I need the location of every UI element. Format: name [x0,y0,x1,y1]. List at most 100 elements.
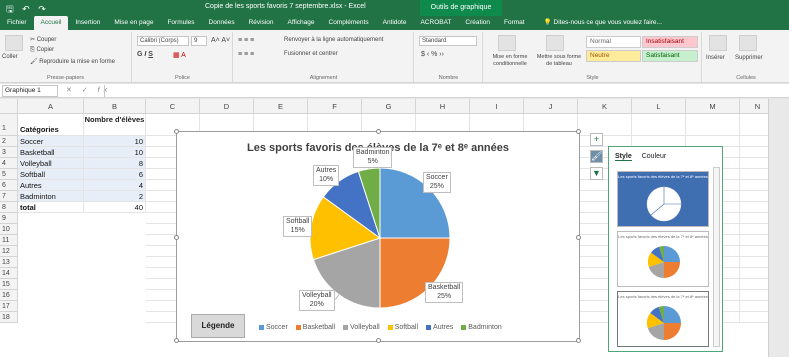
legend-entry-softball[interactable]: Softball [387,324,418,331]
column-header-b[interactable]: B [84,99,146,114]
tab-10[interactable]: Antidote [376,16,414,30]
empty-cell[interactable] [686,114,740,136]
tab-8[interactable]: Affichage [281,16,322,30]
delete-cells-icon[interactable] [739,35,757,51]
resize-handle-mr[interactable] [576,235,581,240]
resize-handle-bm[interactable] [376,338,381,343]
font-grow-icon[interactable]: A˄ A˅ [211,37,230,44]
resize-handle-tl[interactable] [174,129,179,134]
resize-handle-tr[interactable] [576,129,581,134]
style-thumbnail-2[interactable]: Les sports favoris des élèves de la 7ᵉ e… [617,231,709,287]
legend-entry-badminton[interactable]: Badminton [461,324,502,331]
column-header-d[interactable]: D [200,99,254,114]
row-header-13[interactable]: 13 [0,257,18,268]
total-label-cell[interactable]: total [18,202,84,213]
slice-label-badminton[interactable]: Badminton 5% [353,147,393,168]
row-header-11[interactable]: 11 [0,235,18,246]
row-header-16[interactable]: 16 [0,290,18,301]
column-header-i[interactable]: I [470,99,524,114]
resize-handle-br[interactable] [576,338,581,343]
count-cell[interactable]: 8 [84,158,146,169]
count-cell[interactable]: 6 [84,169,146,180]
count-cell[interactable]: 4 [84,180,146,191]
column-header-g[interactable]: G [362,99,416,114]
row-header-5[interactable]: 5 [0,169,18,180]
tab-13[interactable]: Format [497,16,532,30]
column-header-c[interactable]: C [146,99,200,114]
total-value-cell[interactable]: 40 [84,202,146,213]
tab-9[interactable]: Compléments [322,16,376,30]
delete-cells-button[interactable]: Supprimer [735,55,763,61]
style-thumbnail-1[interactable]: Les sports favoris des élèves de la 7ᵉ e… [617,171,709,227]
header-categories[interactable]: Catégories [18,114,84,136]
format-as-table-icon[interactable] [546,35,564,51]
count-cell[interactable]: 10 [84,147,146,158]
legend-entry-soccer[interactable]: Soccer [259,324,288,331]
tab-5[interactable]: Formules [160,16,201,30]
category-cell[interactable]: Basketball [18,147,84,158]
tab-11[interactable]: ACROBAT [413,16,458,30]
row-header-7[interactable]: 7 [0,191,18,202]
insert-cells-icon[interactable] [709,35,727,51]
column-header-e[interactable]: E [254,99,308,114]
row-header-6[interactable]: 6 [0,180,18,191]
empty-cell[interactable] [578,114,632,136]
row-header-2[interactable]: 2 [0,136,18,147]
header-nombre-eleves[interactable]: Nombre d'élèves [84,114,146,136]
resize-handle-tm[interactable] [376,129,381,134]
cut-button[interactable]: ✂ Couper [30,36,56,43]
slice-label-soccer[interactable]: Soccer 25% [423,172,451,193]
chart-elements-plus-icon[interactable]: + [590,133,603,146]
formula-input[interactable] [104,85,764,97]
row-header-1[interactable]: 1 [0,114,18,136]
row-header-10[interactable]: 10 [0,224,18,235]
row-header-18[interactable]: 18 [0,312,18,323]
legend-entry-volleyball[interactable]: Volleyball [343,324,380,331]
tab-12[interactable]: Création [458,16,497,30]
chart-filters-icon[interactable]: ▼ [590,167,603,180]
style-thumbnail-3[interactable]: Les sports favoris des élèves de la 7ᵉ e… [617,291,709,347]
copy-button[interactable]: ⎘ Copier [30,47,54,54]
style-insufficient[interactable]: Insatisfaisant [642,36,698,48]
row-header-15[interactable]: 15 [0,279,18,290]
style-satisfying[interactable]: Satisfaisant [642,50,698,62]
row-header-4[interactable]: 4 [0,158,18,169]
row-header-17[interactable]: 17 [0,301,18,312]
merge-center-button[interactable]: Fusionner et centrer [284,51,338,57]
chart-styles-brush-icon[interactable]: 🖌 [590,150,603,163]
name-box[interactable]: Graphique 1 [2,85,58,97]
column-header-j[interactable]: J [524,99,578,114]
count-cell[interactable]: 10 [84,136,146,147]
tab-3[interactable]: Insertion [68,16,107,30]
row-header-14[interactable]: 14 [0,268,18,279]
category-cell[interactable]: Badminton [18,191,84,202]
slice-label-basketball[interactable]: Basketball 25% [425,282,464,303]
style-normal[interactable]: Normal [586,36,641,48]
paste-icon[interactable] [5,35,23,51]
font-size-select[interactable]: 9 [191,36,207,46]
tab-1[interactable]: Fichier [0,16,34,30]
empty-cell[interactable] [632,114,686,136]
number-format-icons[interactable]: $ ‹ % ›› [421,51,444,58]
tab-couleur[interactable]: Couleur [642,153,667,161]
column-header-m[interactable]: M [686,99,740,114]
category-cell[interactable]: Autres [18,180,84,191]
tab-7[interactable]: Révision [242,16,281,30]
category-cell[interactable]: Softball [18,169,84,180]
select-all-corner[interactable] [0,99,18,114]
column-header-l[interactable]: L [632,99,686,114]
category-cell[interactable]: Volleyball [18,158,84,169]
chart-legend[interactable]: Soccer Basketball Volleyball Softball Autres… [259,324,510,331]
column-header-f[interactable]: F [308,99,362,114]
bold-italic-underline-buttons[interactable]: G I S [137,51,153,58]
style-pane-scrollbar[interactable] [713,167,720,347]
tell-me-search[interactable]: 💡 Dites-nous ce que vous voulez faire... [544,16,662,30]
row-header-8[interactable]: 8 [0,202,18,213]
slice-label-autres[interactable]: Autres 10% [313,165,340,186]
align-top-icons[interactable]: ≡ ≡ ≡ [238,37,254,44]
column-header-a[interactable]: A [18,99,84,114]
count-cell[interactable]: 2 [84,191,146,202]
resize-handle-bl[interactable] [174,338,179,343]
pie-chart[interactable]: Les sports favoris des élèves de la 7ᵉ e… [174,129,581,343]
insert-cells-button[interactable]: Insérer [706,55,725,61]
